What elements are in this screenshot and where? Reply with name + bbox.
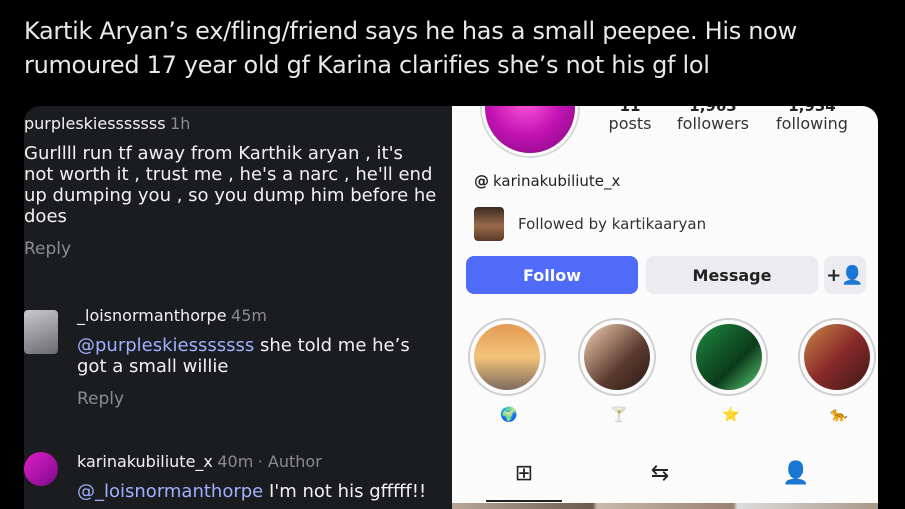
comment-text: got a small willie <box>77 356 229 377</box>
stat-number: 1,963 <box>689 106 737 115</box>
reels-icon[interactable]: ⇆ <box>642 460 678 486</box>
comment-time: 1h <box>170 114 191 133</box>
profile-tab-bar: ⊞ ⇆ 👤 <box>452 452 878 502</box>
comment-body-line: does <box>24 206 67 227</box>
story-highlight[interactable] <box>578 318 656 396</box>
comment-username[interactable]: karinakubiliute_x <box>77 452 213 471</box>
comment-body: @_loisnormanthorpe I'm not his gfffff!! <box>77 481 452 502</box>
avatar <box>474 207 504 241</box>
reply-button[interactable]: Reply <box>77 389 452 409</box>
stat-label: following <box>776 114 848 133</box>
globe-icon: 🌍 <box>500 406 518 422</box>
comment-time: 40m <box>217 452 254 471</box>
grid-icon[interactable]: ⊞ <box>506 460 542 486</box>
mention-link[interactable]: @_loisnormanthorpe <box>77 481 263 502</box>
stat-followers[interactable]: 1,963 followers <box>670 106 756 134</box>
message-button[interactable]: Message <box>646 256 818 294</box>
comment-body: @purpleskiesssssss she told me he’s got … <box>77 335 452 377</box>
reply-button[interactable]: Reply <box>24 239 452 259</box>
threads-link[interactable]: @ karinakubiliute_x <box>474 172 620 190</box>
comment-body-line: Gurllll run tf away from Karthik aryan ,… <box>24 143 403 164</box>
followed-by-text: Followed by kartikaaryan <box>518 215 707 233</box>
instagram-profile-screenshot: 11 posts 1,963 followers 1,934 following… <box>452 106 878 509</box>
tweet-media-image[interactable]: purpleskiesssssss 1h Gurllll run tf away… <box>24 106 878 509</box>
threads-icon: @ <box>474 172 489 190</box>
comment-username[interactable]: purpleskiesssssss <box>24 114 166 133</box>
threads-handle-text: karinakubiliute_x <box>493 172 621 190</box>
comment-body: Gurllll run tf away from Karthik aryan ,… <box>24 143 452 227</box>
leopard-icon: 🐆 <box>830 406 848 422</box>
comment-body-line: not worth it , trust me , he's a narc , … <box>24 164 433 185</box>
author-tag: · Author <box>257 452 322 471</box>
avatar[interactable] <box>24 452 58 486</box>
stat-number: 1,934 <box>788 106 836 115</box>
comment-body-line: up dumping you , so you dump him before … <box>24 185 437 206</box>
comment-time: 45m <box>231 306 267 325</box>
avatar[interactable] <box>24 310 58 354</box>
followed-by[interactable]: Followed by kartikaaryan <box>474 206 706 242</box>
profile-picture[interactable] <box>482 106 578 156</box>
story-highlight[interactable] <box>468 318 546 396</box>
tagged-icon[interactable]: 👤 <box>778 460 814 486</box>
follow-button[interactable]: Follow <box>466 256 638 294</box>
threads-comments-screenshot: purpleskiesssssss 1h Gurllll run tf away… <box>24 106 452 509</box>
mention-link[interactable]: @purpleskiesssssss <box>77 335 254 356</box>
stat-number: 11 <box>619 106 641 115</box>
cocktail-icon: 🍸 <box>610 406 628 422</box>
stat-posts[interactable]: 11 posts <box>600 106 660 134</box>
star-icon: ⭐ <box>722 406 740 422</box>
stat-label: followers <box>677 114 749 133</box>
active-tab-indicator <box>486 500 562 502</box>
tweet-text-line-2: rumoured 17 year old gf Karina clarifies… <box>24 51 710 79</box>
post-grid-preview[interactable] <box>452 503 878 509</box>
story-highlight[interactable] <box>690 318 768 396</box>
story-highlight[interactable] <box>798 318 876 396</box>
comment-purpleskies: purpleskiesssssss 1h Gurllll run tf away… <box>24 114 452 259</box>
stat-label: posts <box>608 114 652 133</box>
comment-text: I'm not his gfffff!! <box>263 481 427 502</box>
stat-following[interactable]: 1,934 following <box>766 106 858 134</box>
comment-text: she told me he’s <box>254 335 410 356</box>
tweet-text: Kartik Aryan’s ex/fling/friend says he h… <box>24 14 884 82</box>
tweet-text-line-1: Kartik Aryan’s ex/fling/friend says he h… <box>24 17 797 45</box>
add-user-icon[interactable]: +👤 <box>824 256 866 294</box>
comment-username[interactable]: _loisnormanthorpe <box>77 306 227 325</box>
